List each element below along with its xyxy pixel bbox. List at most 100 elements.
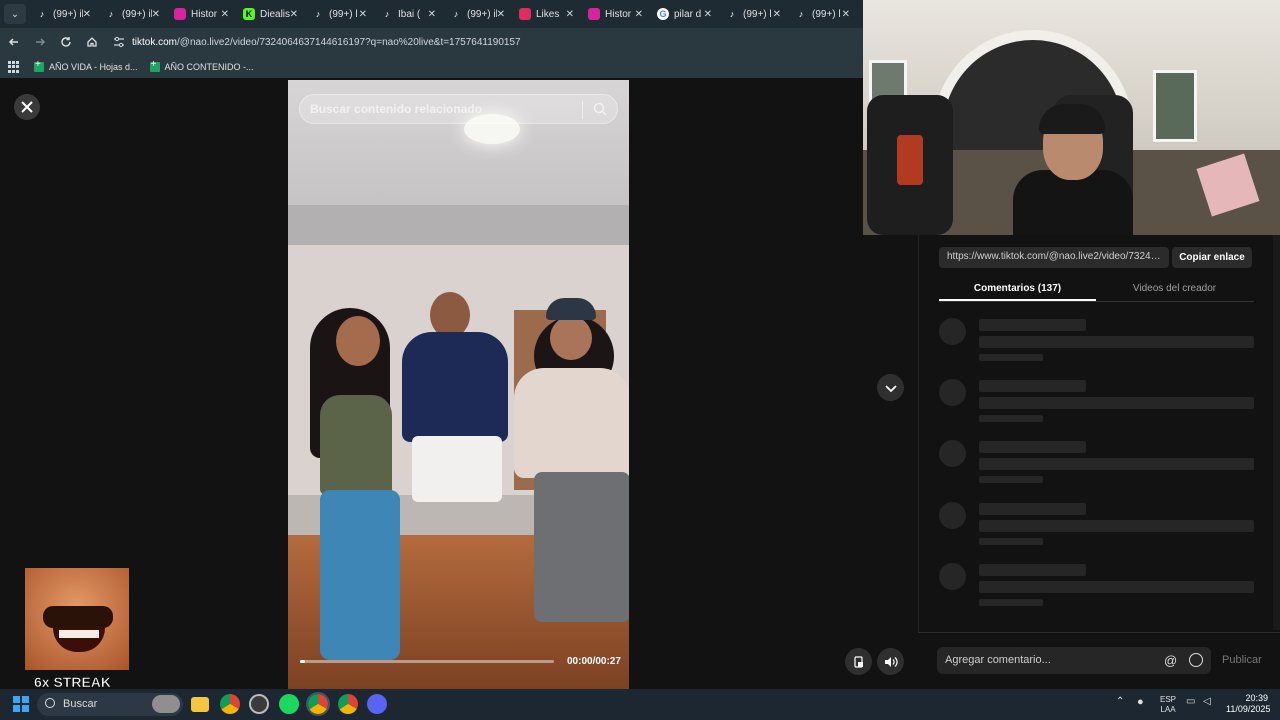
- video-link-field[interactable]: https://www.tiktok.com/@nao.live2/video/…: [939, 247, 1169, 268]
- close-tab-icon[interactable]: ✕: [704, 9, 712, 20]
- url-path: /@nao.live2/video/7324064637144616197?q=…: [177, 36, 521, 48]
- bookmark-ano-vida[interactable]: AÑO VIDA - Hojas d...: [34, 59, 138, 72]
- mention-icon[interactable]: @: [1164, 653, 1177, 668]
- spotify-icon[interactable]: [279, 694, 299, 714]
- reload-icon: [61, 37, 71, 47]
- forward-button[interactable]: [28, 30, 52, 54]
- floating-player-button[interactable]: [845, 648, 872, 675]
- browser-tab[interactable]: ♪ (99+) l ✕: [789, 2, 858, 26]
- browser-tab[interactable]: ♪ Ibai ( ✕: [375, 2, 444, 26]
- tiktok-icon: ♪: [108, 9, 114, 19]
- related-search-input[interactable]: Buscar contenido relacionado: [299, 94, 618, 124]
- speaker-icon[interactable]: ◁: [1203, 697, 1211, 707]
- address-bar-row: tiktok.com/@nao.live2/video/732406463714…: [0, 28, 863, 56]
- volume-button[interactable]: [877, 648, 904, 675]
- bookmarks-bar: AÑO VIDA - Hojas d... AÑO CONTENIDO -...: [0, 56, 863, 78]
- close-tab-icon[interactable]: ✕: [359, 9, 367, 20]
- search-divider: [582, 101, 583, 119]
- language-indicator[interactable]: ESP LAA: [1160, 695, 1176, 715]
- related-search-placeholder: Buscar contenido relacionado: [310, 102, 483, 116]
- browser-tab[interactable]: Likes ✕: [513, 2, 582, 26]
- browser-tab[interactable]: K Diealis ✕: [237, 2, 306, 26]
- google-icon: G: [657, 8, 669, 20]
- site-info-icon[interactable]: [112, 35, 126, 49]
- tiktok-icon: ♪: [384, 9, 390, 19]
- screen: ⌄ ♪ (99+) il ✕ ♪ (99+) il ✕ Histor ✕ K Diealis ✕ ♪(…: [0, 0, 1280, 720]
- network-icon[interactable]: ▭: [1186, 697, 1195, 707]
- browser-tab[interactable]: ♪ (99+) il ✕: [99, 2, 168, 26]
- browser-tab[interactable]: ♪ (99+) l ✕: [306, 2, 375, 26]
- likes-icon: [519, 8, 531, 20]
- lang-top: ESP: [1160, 695, 1177, 704]
- tiktok-icon: ♪: [729, 9, 735, 19]
- obs-icon[interactable]: [249, 694, 269, 714]
- browser-tab[interactable]: ♪ (99+) l ✕: [720, 2, 789, 26]
- tab-label: Diealis: [260, 8, 290, 20]
- browser-tab[interactable]: ♪ (99+) il ✕: [444, 2, 513, 26]
- comment-skeleton: [939, 502, 1255, 550]
- panel-tabs: Comentarios (137) Videos del creador: [939, 278, 1254, 302]
- close-tab-icon[interactable]: ✕: [635, 9, 643, 20]
- comments-scrollbar[interactable]: [1273, 235, 1280, 630]
- close-video-button[interactable]: [14, 94, 40, 120]
- tiktok-icon: ♪: [315, 9, 321, 19]
- tab-label: (99+) l: [329, 8, 358, 20]
- url-field[interactable]: tiktok.com/@nao.live2/video/732406463714…: [112, 31, 857, 53]
- back-button[interactable]: [2, 30, 26, 54]
- emoji-icon[interactable]: [1189, 653, 1203, 667]
- file-explorer-icon[interactable]: [191, 697, 209, 712]
- discord-icon[interactable]: [367, 694, 387, 714]
- home-button[interactable]: [80, 30, 104, 54]
- webcam-overlay: [863, 0, 1280, 235]
- bookmark-ano-contenido[interactable]: AÑO CONTENIDO -...: [149, 59, 254, 72]
- person-right-top: [514, 368, 629, 478]
- streak-label: 6x STREAK: [34, 674, 112, 691]
- microphone-icon[interactable]: ●: [1137, 697, 1144, 708]
- video-progress-fill: [300, 660, 306, 663]
- close-tab-icon[interactable]: ✕: [497, 9, 505, 20]
- chrome-profile-icon[interactable]: [338, 694, 358, 714]
- close-tab-icon[interactable]: ✕: [428, 9, 436, 20]
- person-middle-shirt: [402, 332, 508, 442]
- tab-label: (99+) il: [122, 8, 152, 20]
- person-left-top: [320, 395, 392, 495]
- instagram-icon: [174, 8, 186, 20]
- taskbar-clock[interactable]: 20:39 11/09/2025: [1226, 693, 1270, 715]
- sheets-icon: [34, 59, 44, 72]
- tab-search-button[interactable]: ⌄: [4, 4, 26, 24]
- comment-skeleton: [939, 318, 1255, 366]
- close-tab-icon[interactable]: ✕: [83, 9, 91, 20]
- tab-creator-videos[interactable]: Videos del creador: [1096, 278, 1253, 301]
- reload-button[interactable]: [54, 30, 78, 54]
- publish-button[interactable]: Publicar: [1222, 654, 1262, 666]
- close-tab-icon[interactable]: ✕: [221, 9, 229, 20]
- close-tab-icon[interactable]: ✕: [773, 9, 781, 20]
- browser-tab[interactable]: Histor ✕: [168, 2, 237, 26]
- close-tab-icon[interactable]: ✕: [842, 9, 850, 20]
- browser-tab[interactable]: Histor ✕: [582, 2, 651, 26]
- windows-start-icon[interactable]: [13, 696, 29, 712]
- next-video-button[interactable]: [877, 374, 904, 401]
- video-player[interactable]: [288, 80, 629, 689]
- kick-icon: K: [243, 8, 255, 20]
- video-progress-bar[interactable]: [300, 660, 554, 663]
- browser-tab[interactable]: Gpilar d ✕: [651, 2, 720, 26]
- chrome-active-icon[interactable]: [306, 692, 330, 716]
- close-tab-icon[interactable]: ✕: [566, 9, 574, 20]
- close-tab-icon[interactable]: ✕: [290, 9, 298, 20]
- browser-tab[interactable]: ♪ (99+) il ✕: [30, 2, 99, 26]
- tab-comments[interactable]: Comentarios (137): [939, 278, 1096, 301]
- tray-chevron-icon[interactable]: ⌃: [1116, 697, 1124, 707]
- webcam-gaming-chair-left: [867, 95, 953, 235]
- search-highlight-icon[interactable]: [152, 695, 180, 713]
- chrome-icon[interactable]: [220, 694, 240, 714]
- search-icon: [45, 698, 55, 708]
- bookmark-label: AÑO VIDA - Hojas d...: [49, 62, 138, 72]
- search-icon[interactable]: [593, 102, 607, 116]
- tab-label: Ibai (: [398, 8, 421, 20]
- tab-label: Histor: [191, 8, 218, 20]
- close-tab-icon[interactable]: ✕: [152, 9, 160, 20]
- apps-grid-icon[interactable]: [8, 61, 20, 73]
- person-left-face: [336, 316, 380, 366]
- copy-link-button[interactable]: Copiar enlace: [1172, 247, 1252, 268]
